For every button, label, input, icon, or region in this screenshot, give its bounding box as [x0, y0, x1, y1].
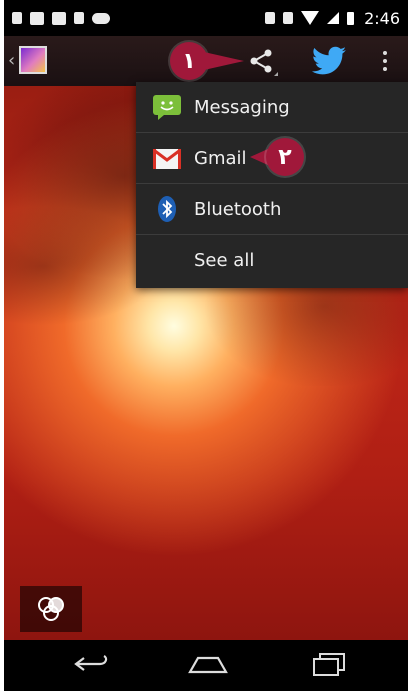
share-menu: Messaging Gmail Bluetooth See all [136, 82, 408, 288]
recent-apps-icon[interactable] [310, 650, 350, 678]
filters-icon [38, 597, 64, 621]
system-icons: 2:46 [265, 9, 400, 28]
phone-screen: 2:46 ‹ Messaging Gmail Bluetooth See all… [4, 0, 408, 691]
bluetooth-icon [158, 196, 176, 222]
status-bar: 2:46 [4, 0, 408, 36]
back-icon[interactable] [70, 652, 114, 676]
chat-icon [30, 11, 44, 25]
share-icon[interactable] [244, 46, 278, 76]
overflow-menu-icon[interactable] [378, 46, 392, 76]
gallery-app-icon [19, 46, 48, 74]
menu-item-messaging[interactable]: Messaging [136, 82, 408, 133]
twitter-bird-icon[interactable] [310, 44, 350, 78]
up-button[interactable]: ‹ [8, 46, 48, 74]
sync-icon [283, 12, 294, 24]
menu-item-label: Gmail [194, 148, 247, 169]
gmail-icon [153, 149, 181, 169]
download-icon [12, 12, 22, 24]
chevron-left-icon: ‹ [8, 49, 16, 71]
messaging-icon [153, 95, 181, 120]
callout-1: ١ [170, 42, 244, 80]
photo-filters-button[interactable] [20, 586, 82, 632]
callout-2: ٢ [250, 138, 304, 176]
game-controller-icon [92, 12, 110, 24]
battery-icon [347, 11, 355, 25]
menu-item-label: See all [194, 250, 255, 271]
menu-item-see-all[interactable]: See all [136, 235, 408, 286]
menu-item-bluetooth[interactable]: Bluetooth [136, 184, 408, 235]
cell-signal-icon [327, 12, 340, 24]
menu-item-label: Bluetooth [194, 199, 282, 220]
mail-icon [52, 11, 66, 25]
bluetooth-status-icon [265, 12, 276, 24]
navigation-bar [4, 640, 408, 691]
clock: 2:46 [364, 8, 400, 28]
callout-arrow [204, 52, 244, 70]
callout-number: ٢ [266, 138, 304, 176]
sd-card-icon [74, 12, 84, 24]
wifi-icon [301, 11, 320, 25]
notification-icons [12, 11, 110, 25]
menu-item-label: Messaging [194, 97, 290, 118]
home-icon[interactable] [186, 652, 230, 676]
callout-number: ١ [170, 42, 208, 80]
